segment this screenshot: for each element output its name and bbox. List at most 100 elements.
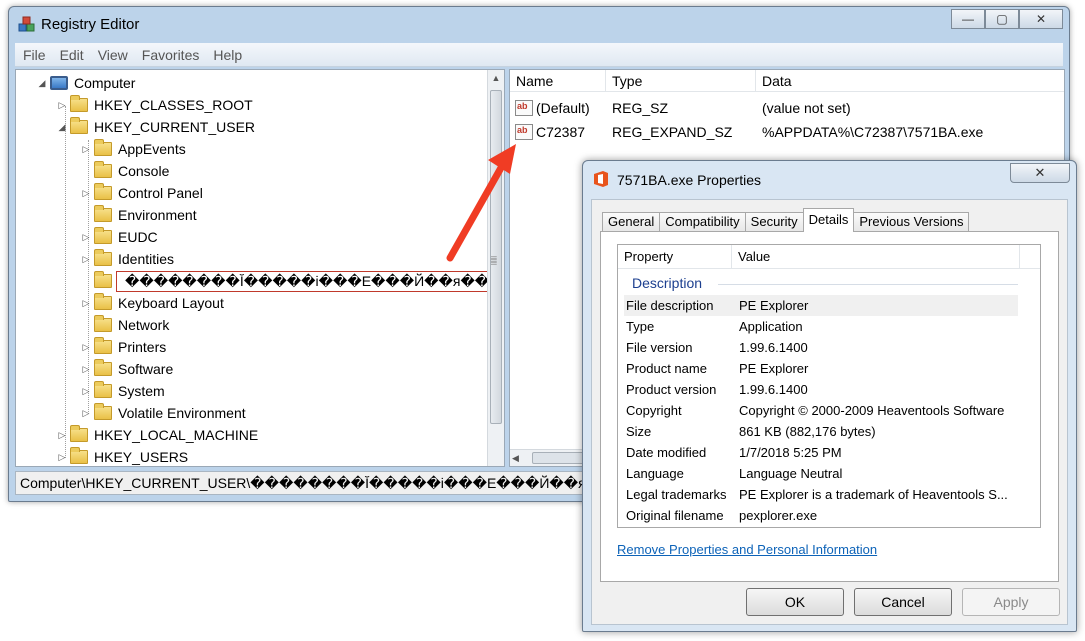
tree-node[interactable]: ◢ HKEY_CURRENT_USER: [56, 116, 255, 138]
folder-icon: [94, 227, 112, 244]
column-header-value[interactable]: Value: [732, 245, 1020, 269]
dialog-body: General Compatibility Security Details P…: [591, 199, 1068, 625]
tree-node[interactable]: ▷ System: [80, 380, 165, 402]
tree-node[interactable]: ▷ Volatile Environment: [80, 402, 246, 424]
column-header-type[interactable]: Type: [606, 70, 756, 92]
collapse-arrow-icon[interactable]: ◢: [56, 122, 68, 133]
key-tree[interactable]: ◢ Computer ▷ HKEY_CLASSES_ROOT ◢ HKEY_CURRENT…: [15, 69, 505, 467]
expand-arrow-icon[interactable]: ▷: [56, 100, 68, 111]
tree-node[interactable]: ▷ HKEY_CLASSES_ROOT: [56, 94, 253, 116]
dialog-close-button[interactable]: ✕: [1010, 163, 1070, 183]
column-header-name[interactable]: Name: [510, 70, 606, 92]
folder-icon: [94, 183, 112, 200]
property-value: Language Neutral: [739, 466, 843, 481]
value-data: (value not set): [762, 100, 851, 116]
ok-button[interactable]: OK: [746, 588, 844, 616]
tree-node-label: ��������Ĭ�����і���Е���Й��я��: [116, 270, 499, 292]
tree-node[interactable]: ▷ Keyboard Layout: [80, 292, 224, 314]
expand-arrow-icon[interactable]: ▷: [56, 452, 68, 463]
expand-arrow-icon[interactable]: ▷: [80, 298, 92, 309]
value-row[interactable]: ab (Default) REG_SZ (value not set): [510, 96, 851, 120]
column-header-data[interactable]: Data: [756, 70, 1064, 92]
property-row[interactable]: File description PE Explorer: [624, 295, 1018, 316]
tree-node[interactable]: ▷ Printers: [80, 336, 166, 358]
maximize-button[interactable]: ▢: [985, 9, 1019, 29]
expand-arrow-icon[interactable]: ▷: [80, 232, 92, 243]
dialog-title-bar[interactable]: 7571BA.exe Properties ✕: [583, 161, 1076, 197]
expand-arrow-icon[interactable]: ▷: [56, 430, 68, 441]
folder-icon: [94, 337, 112, 354]
expand-arrow-icon[interactable]: ▷: [80, 144, 92, 155]
expand-arrow-icon[interactable]: ▷: [80, 342, 92, 353]
expand-arrow-icon[interactable]: ▷: [80, 188, 92, 199]
property-row[interactable]: Copyright Copyright © 2000-2009 Heaventoo…: [624, 400, 1018, 421]
tree-node[interactable]: ▷ Control Panel: [80, 182, 203, 204]
folder-icon: [94, 403, 112, 420]
property-value: pexplorer.exe: [739, 508, 818, 523]
column-header-property[interactable]: Property: [618, 245, 732, 269]
menu-favorites[interactable]: Favorites: [142, 47, 200, 63]
expand-arrow-icon[interactable]: ▷: [80, 254, 92, 265]
tree-node[interactable]: ��������Ĭ�����і���Е���Й��я��: [80, 270, 499, 292]
remove-properties-link[interactable]: Remove Properties and Personal Informati…: [617, 542, 877, 557]
close-icon: ✕: [1035, 12, 1047, 26]
expand-arrow-icon[interactable]: ▷: [80, 408, 92, 419]
value-row[interactable]: ab C72387 REG_EXPAND_SZ %APPDATA%\C72387…: [510, 120, 1064, 144]
tree-node[interactable]: Environment: [80, 204, 197, 226]
column-header-filler: [1020, 245, 1040, 269]
tree-node[interactable]: ▷ HKEY_LOCAL_MACHINE: [56, 424, 258, 446]
tree-node[interactable]: Network: [80, 314, 169, 336]
property-row[interactable]: Language Language Neutral: [624, 463, 1018, 484]
tab-previous-versions[interactable]: Previous Versions: [853, 212, 970, 232]
menu-view[interactable]: View: [98, 47, 128, 63]
scroll-left-icon[interactable]: ◀: [512, 450, 519, 466]
group-header-description: Description: [632, 275, 703, 291]
tree-node[interactable]: Console: [80, 160, 169, 182]
property-name: Language: [626, 466, 684, 481]
expand-arrow-icon[interactable]: ▷: [80, 364, 92, 375]
scroll-up-icon[interactable]: ▲: [488, 70, 504, 86]
group-divider: [718, 284, 1018, 285]
property-row[interactable]: Product name PE Explorer: [624, 358, 1018, 379]
tree-node[interactable]: ◢ Computer: [36, 72, 136, 94]
minimize-button[interactable]: —: [951, 9, 985, 29]
property-name: Product name: [626, 361, 707, 376]
property-row[interactable]: Product version 1.99.6.1400: [624, 379, 1018, 400]
apply-button[interactable]: Apply: [962, 588, 1060, 616]
tab-compatibility[interactable]: Compatibility: [659, 212, 746, 232]
property-row[interactable]: Date modified 1/7/2018 5:25 PM: [624, 442, 1018, 463]
tree-node[interactable]: ▷ Software: [80, 358, 173, 380]
title-bar[interactable]: Registry Editor — ▢ ✕: [9, 7, 1069, 43]
tree-node-label: Keyboard Layout: [118, 295, 224, 311]
property-row[interactable]: Size 861 KB (882,176 bytes): [624, 421, 1018, 442]
property-row[interactable]: Legal trademarks PE Explorer is a tradema…: [624, 484, 1018, 505]
folder-icon: [94, 139, 112, 156]
property-row[interactable]: Type Application: [624, 316, 1018, 337]
cancel-button[interactable]: Cancel: [854, 588, 952, 616]
tree-node[interactable]: ▷ HKEY_USERS: [56, 446, 188, 466]
tree-node-label: Network: [118, 317, 170, 333]
expand-arrow-icon[interactable]: ▷: [80, 386, 92, 397]
string-value-icon: ab: [515, 100, 533, 116]
property-name: Date modified: [626, 445, 707, 460]
tab-strip: General Compatibility Security Details P…: [602, 208, 970, 232]
property-row[interactable]: File version 1.99.6.1400: [624, 337, 1018, 358]
tab-general[interactable]: General: [602, 212, 661, 232]
tree-node-label: HKEY_CLASSES_ROOT: [94, 97, 253, 113]
menu-help[interactable]: Help: [213, 47, 242, 63]
annotation-arrow-icon: [446, 144, 516, 262]
menu-file[interactable]: File: [23, 47, 46, 63]
details-property-list[interactable]: Property Value Description File descript…: [617, 244, 1041, 528]
property-row[interactable]: Original filename pexplorer.exe: [624, 505, 1018, 526]
property-name: Original filename: [626, 508, 724, 523]
computer-icon: [50, 76, 68, 90]
tree-node[interactable]: ▷ AppEvents: [80, 138, 186, 160]
folder-icon: [94, 381, 112, 398]
tree-node[interactable]: ▷ Identities: [80, 248, 174, 270]
close-button[interactable]: ✕: [1019, 9, 1063, 29]
menu-edit[interactable]: Edit: [60, 47, 84, 63]
tab-security[interactable]: Security: [744, 212, 804, 232]
tab-details[interactable]: Details: [802, 208, 855, 232]
tree-node[interactable]: ▷ EUDC: [80, 226, 158, 248]
collapse-arrow-icon[interactable]: ◢: [36, 78, 48, 89]
